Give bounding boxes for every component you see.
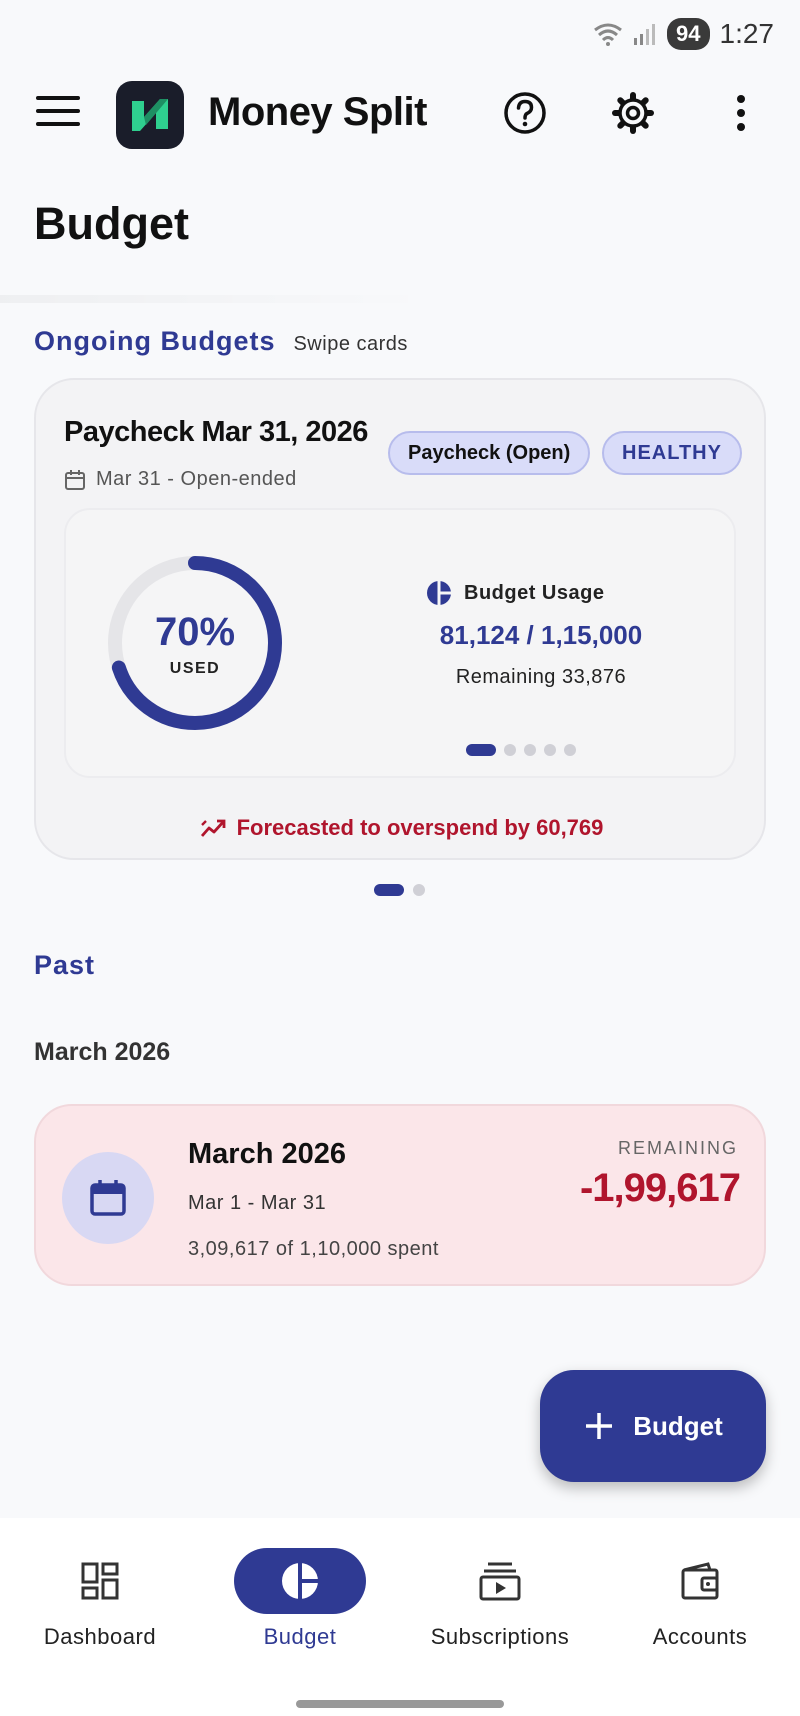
ongoing-section-header: Ongoing Budgets Swipe cards <box>34 326 408 357</box>
past-month-label: March 2026 <box>34 1038 171 1066</box>
app-bar: Money Split <box>0 78 800 152</box>
help-icon <box>504 92 546 134</box>
bottom-navigation: Dashboard Budget Subscriptions Accounts <box>0 1518 800 1716</box>
ongoing-budget-card[interactable]: Paycheck Mar 31, 2026 Mar 31 - Open-ende… <box>34 378 766 860</box>
past-budget-card[interactable]: March 2026 Mar 1 - Mar 31 3,09,617 of 1,… <box>34 1104 766 1286</box>
page-dot <box>504 744 516 756</box>
budget-type-chip: Paycheck (Open) <box>388 431 591 475</box>
past-remaining-value: -1,99,617 <box>579 1166 741 1210</box>
usage-remaining: Remaining 33,876 <box>455 666 627 688</box>
signal-icon <box>634 24 656 45</box>
page-dot <box>564 744 576 756</box>
usage-amount: 81,124 / 1,15,000 <box>439 620 643 650</box>
nav-subscriptions-label: Subscriptions <box>430 1624 570 1649</box>
nav-accounts-label: Accounts <box>652 1624 748 1649</box>
card-page-indicator <box>374 884 425 896</box>
logo-icon <box>132 99 168 131</box>
page-dot <box>466 744 496 756</box>
gear-icon <box>612 92 654 134</box>
page-dot <box>524 744 536 756</box>
used-percent: 70% <box>154 610 236 654</box>
settings-button[interactable] <box>611 91 655 140</box>
past-card-title: March 2026 <box>188 1138 346 1170</box>
more-vert-icon <box>737 95 745 131</box>
page-dot <box>413 884 425 896</box>
calendar-icon <box>65 469 85 490</box>
battery-indicator: 94 <box>667 18 710 50</box>
home-indicator <box>296 1700 504 1708</box>
plus-icon <box>586 1413 613 1439</box>
budget-date-range: Mar 31 - Open-ended <box>96 468 297 490</box>
more-options-button[interactable] <box>735 91 747 140</box>
used-label: USED <box>169 660 221 677</box>
past-section-title: Past <box>34 950 96 980</box>
wifi-icon <box>594 23 622 46</box>
page-dot <box>374 884 404 896</box>
calendar-icon <box>90 1180 126 1216</box>
menu-icon <box>36 96 80 100</box>
nav-dashboard-label: Dashboard <box>43 1624 157 1649</box>
usage-title: Budget Usage <box>464 581 605 604</box>
past-card-range: Mar 1 - Mar 31 <box>188 1192 327 1214</box>
nav-accounts[interactable]: Accounts <box>600 1548 800 1650</box>
nav-dashboard[interactable]: Dashboard <box>0 1548 200 1650</box>
ongoing-section-title: Ongoing Budgets <box>34 326 276 356</box>
wallet-icon <box>681 1562 719 1600</box>
clock: 1:27 <box>719 18 775 49</box>
app-logo <box>116 81 184 149</box>
forecast-text: Forecasted to overspend by 60,769 <box>236 815 604 840</box>
nav-budget[interactable]: Budget <box>200 1548 400 1650</box>
add-budget-label: Budget <box>633 1410 723 1441</box>
budget-card-dates: Mar 31 - Open-ended <box>64 468 297 491</box>
past-card-avatar <box>62 1152 154 1244</box>
usage-header: Budget Usage <box>426 580 604 606</box>
help-button[interactable] <box>503 91 547 140</box>
pie-chart-icon <box>282 1563 318 1599</box>
budget-status-chip: HEALTHY <box>602 431 742 475</box>
usage-page-indicator <box>466 744 576 756</box>
divider <box>0 295 430 303</box>
trending-up-icon <box>200 819 225 837</box>
nav-budget-label: Budget <box>263 1624 337 1649</box>
page-title: Budget <box>34 198 189 249</box>
past-card-spent: 3,09,617 of 1,10,000 spent <box>188 1238 439 1260</box>
pie-chart-icon <box>427 581 451 605</box>
nav-subscriptions[interactable]: Subscriptions <box>400 1548 600 1650</box>
subscriptions-icon <box>479 1562 521 1601</box>
menu-button[interactable] <box>36 96 80 136</box>
status-bar: 94 1:27 <box>0 0 800 70</box>
page-dot <box>544 744 556 756</box>
swipe-hint: Swipe cards <box>293 333 408 355</box>
budget-card-title: Paycheck Mar 31, 2026 <box>64 416 368 448</box>
forecast-warning: Forecasted to overspend by 60,769 <box>36 815 768 841</box>
status-right: 94 1:27 <box>593 18 774 50</box>
usage-panel[interactable]: 70% USED Budget Usage 81,124 / 1,15,000 … <box>64 508 736 778</box>
app-title: Money Split <box>208 90 427 134</box>
past-remaining-label: REMAINING <box>617 1138 738 1158</box>
add-budget-button[interactable]: Budget <box>540 1370 766 1482</box>
dashboard-icon <box>81 1562 119 1600</box>
